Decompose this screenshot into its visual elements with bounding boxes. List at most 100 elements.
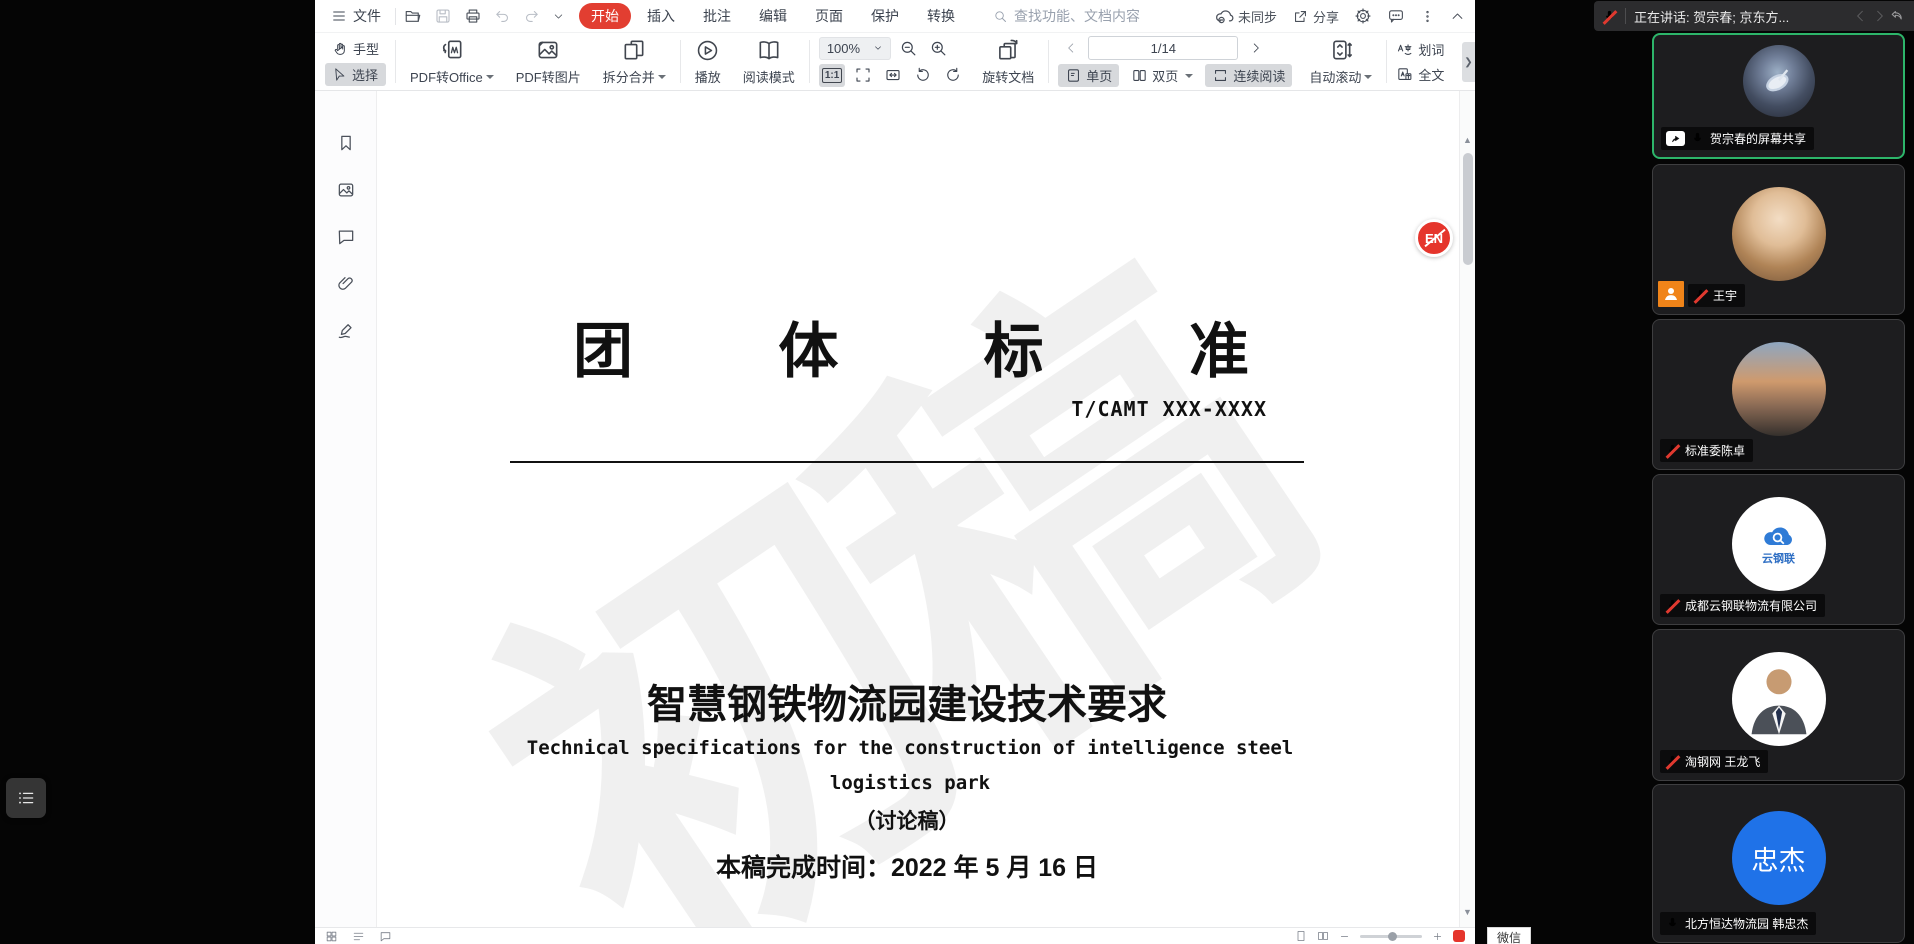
feedback-chat-icon[interactable]	[1387, 7, 1405, 25]
print-icon[interactable]	[464, 7, 482, 25]
panel-forward-icon[interactable]	[1871, 8, 1887, 24]
status-zoom-in-icon[interactable]	[1432, 931, 1443, 942]
comment-list-icon[interactable]	[379, 930, 392, 943]
settings-gear-icon[interactable]	[1354, 7, 1372, 25]
share-button[interactable]: 分享	[1292, 7, 1339, 26]
single-page-button[interactable]: 单页	[1058, 64, 1119, 87]
participant-tile[interactable]: 忠杰 北方恒达物流园 韩忠杰	[1652, 784, 1905, 943]
outline-view-icon[interactable]	[352, 930, 365, 943]
double-page-label: 双页	[1152, 66, 1178, 85]
tab-home[interactable]: 开始	[579, 3, 631, 29]
mic-on-icon	[1665, 916, 1680, 931]
rotate-left-icon[interactable]	[910, 64, 935, 87]
standard-char: 团	[573, 303, 633, 390]
open-icon[interactable]	[404, 7, 422, 25]
translate-word-icon	[1396, 41, 1413, 58]
zoom-in-icon[interactable]	[926, 37, 951, 60]
mic-muted-icon[interactable]	[1602, 9, 1617, 24]
tab-page[interactable]: 页面	[803, 3, 855, 29]
outline-float-button[interactable]	[6, 778, 46, 818]
translate-word-button[interactable]: 划词	[1396, 40, 1444, 59]
auto-scroll-label: 自动滚动	[1309, 67, 1361, 86]
next-page-icon[interactable]	[1243, 37, 1268, 60]
read-mode-button[interactable]: 阅读模式	[732, 33, 806, 90]
redo-icon[interactable]	[523, 8, 540, 25]
finish-date: 本稿完成时间：2022 年 5 月 16 日	[510, 848, 1304, 884]
standard-char: 体	[778, 303, 838, 390]
standard-heading: 团 体 标 准	[573, 303, 1249, 390]
tab-protect[interactable]: 保护	[859, 3, 911, 29]
quickbar-more-icon[interactable]	[552, 10, 565, 23]
zoom-level-select[interactable]: 100%	[819, 37, 891, 60]
fit-width-icon[interactable]	[880, 64, 905, 87]
collapse-ribbon-icon[interactable]	[1450, 9, 1465, 24]
scrollbar-thumb[interactable]	[1463, 153, 1473, 265]
split-merge-button[interactable]: 拆分合并	[592, 33, 677, 90]
vertical-scrollbar[interactable]: ▲ ▼	[1459, 91, 1475, 927]
status-bar	[315, 927, 1475, 944]
pdf-to-office-button[interactable]: PDF转Office	[399, 33, 505, 90]
toolbar-expander[interactable]: ❯	[1462, 42, 1475, 82]
rotate-right-icon[interactable]	[940, 64, 965, 87]
participant-tile[interactable]: 标准委陈卓	[1652, 319, 1905, 470]
play-button[interactable]: 播放	[684, 33, 732, 90]
pdf-to-office-label: PDF转Office	[410, 67, 483, 86]
rotate-document-button[interactable]: 旋转文档	[971, 33, 1045, 90]
participant-name: 王宇	[1713, 287, 1737, 304]
fit-page-icon[interactable]	[850, 64, 875, 87]
zoom-out-icon[interactable]	[896, 37, 921, 60]
pdf-to-image-icon	[535, 37, 561, 63]
wps-app-icon[interactable]	[1453, 930, 1465, 942]
divider	[395, 8, 396, 25]
hamburger-icon	[331, 8, 347, 24]
comment-panel-icon[interactable]	[336, 227, 356, 247]
zoom-slider[interactable]	[1360, 935, 1422, 938]
tab-edit[interactable]: 编辑	[747, 3, 799, 29]
participant-tile[interactable]: 王宇	[1652, 164, 1905, 315]
file-menu[interactable]: 文件	[325, 6, 387, 26]
thumbnail-view-icon[interactable]	[325, 930, 338, 943]
bookmark-icon[interactable]	[336, 133, 356, 153]
prev-page-icon[interactable]	[1058, 37, 1083, 60]
page-indicator-input[interactable]: 1/14	[1088, 36, 1238, 60]
two-page-layout-icon[interactable]	[1317, 930, 1329, 942]
translate-float-button[interactable]: EN	[1415, 219, 1453, 257]
mic-muted-icon	[1665, 598, 1680, 613]
search-icon	[993, 9, 1008, 24]
status-zoom-out-icon[interactable]	[1339, 931, 1350, 942]
continuous-read-button[interactable]: 连续阅读	[1205, 64, 1292, 87]
translate-full-button[interactable]: 全文	[1396, 65, 1444, 84]
hand-tool-button[interactable]: 手型	[325, 37, 386, 60]
pdf-to-image-button[interactable]: PDF转图片	[505, 33, 592, 90]
sync-status[interactable]: 未同步	[1214, 6, 1277, 26]
translate-full-icon	[1396, 66, 1413, 83]
scroll-up-icon[interactable]: ▲	[1463, 135, 1472, 145]
select-tool-button[interactable]: 选择	[325, 63, 386, 86]
signature-icon[interactable]	[336, 321, 356, 341]
page-layout-icon[interactable]	[1295, 930, 1307, 942]
attachment-icon[interactable]	[336, 274, 356, 294]
split-merge-label: 拆分合并	[603, 67, 655, 86]
search-input[interactable]: 查找功能、文档内容	[993, 6, 1163, 26]
save-icon[interactable]	[434, 7, 452, 25]
participant-tile[interactable]: 贺宗春的屏幕共享	[1652, 33, 1905, 159]
double-page-button[interactable]: 双页	[1124, 64, 1200, 87]
participant-label: 贺宗春的屏幕共享	[1661, 127, 1814, 150]
image-panel-icon[interactable]	[336, 180, 356, 200]
undo-icon[interactable]	[494, 8, 511, 25]
scroll-down-icon[interactable]: ▼	[1463, 907, 1472, 917]
tab-insert[interactable]: 插入	[635, 3, 687, 29]
participant-tile[interactable]: 云钢联 成都云钢联物流有限公司	[1652, 474, 1905, 625]
auto-scroll-button[interactable]: 自动滚动	[1298, 33, 1383, 90]
panel-back-icon[interactable]	[1853, 8, 1869, 24]
panel-restore-icon[interactable]	[1889, 8, 1906, 25]
tab-comment[interactable]: 批注	[691, 3, 743, 29]
actual-size-button[interactable]: 1:1	[819, 64, 845, 87]
draft-note: （讨论稿）	[510, 805, 1304, 835]
more-kebab-icon[interactable]	[1420, 9, 1435, 24]
tab-convert[interactable]: 转换	[915, 3, 967, 29]
pdf-to-image-label: PDF转图片	[516, 67, 581, 86]
read-mode-label: 阅读模式	[743, 67, 795, 86]
participant-name: 贺宗春的屏幕共享	[1710, 130, 1806, 147]
participant-tile[interactable]: 淘钢网 王龙飞	[1652, 629, 1905, 781]
